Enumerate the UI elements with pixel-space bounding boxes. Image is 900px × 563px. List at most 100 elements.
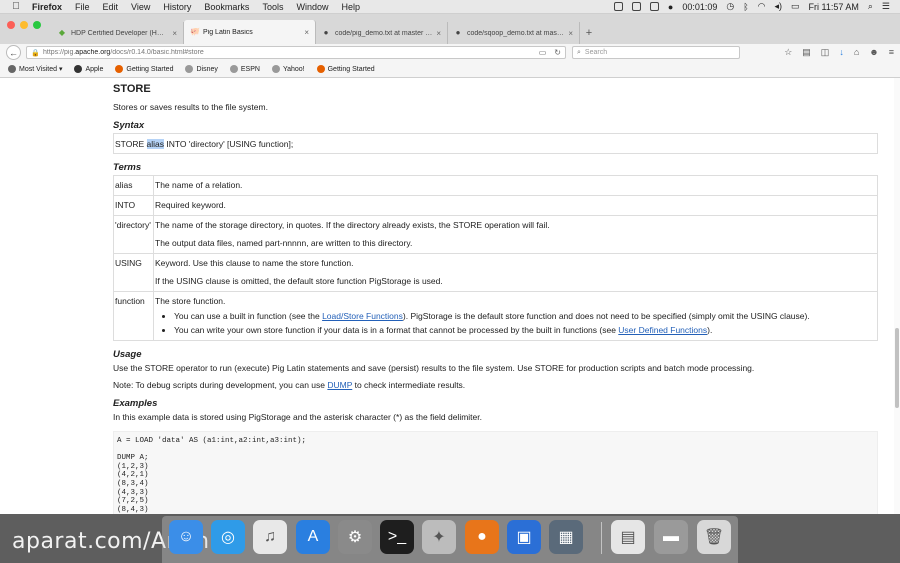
apple-menu-icon[interactable]: 	[10, 1, 22, 12]
bookmark-label: Yahoo!	[282, 65, 305, 73]
dock-separator	[601, 522, 602, 554]
menu-history[interactable]: History	[163, 2, 191, 12]
bookmark-label: Disney	[196, 65, 218, 73]
clock[interactable]: Fri 11:57 AM	[809, 2, 859, 12]
bookmark-item[interactable]: Yahoo!	[271, 65, 305, 73]
server-icon[interactable]: ▬	[654, 520, 688, 554]
url-text[interactable]: https://pig.apache.org/docs/r0.14.0/basi…	[43, 49, 531, 56]
time-machine-icon[interactable]: ◷	[726, 1, 734, 12]
globe-icon	[229, 65, 238, 73]
url-bar[interactable]: 🔒 https://pig.apache.org/docs/r0.14.0/ba…	[26, 46, 566, 59]
bookmarks-library-icon[interactable]: ▤	[802, 47, 811, 58]
browser-tab[interactable]: ● code/pig_demo.txt at master · ... ×	[316, 22, 448, 44]
term-cell: USING	[113, 253, 154, 292]
volume-icon[interactable]: ◂)	[774, 1, 782, 12]
dropbox-icon[interactable]	[613, 2, 623, 11]
close-tab-icon[interactable]: ×	[172, 29, 177, 38]
url-prefix: https://pig.	[43, 49, 76, 56]
record-icon[interactable]: ●	[668, 2, 673, 12]
screen-recorder-icon[interactable]: ▦	[549, 520, 583, 554]
window-controls	[7, 21, 41, 29]
network-utility-icon[interactable]: ✦	[422, 520, 456, 554]
app-menu[interactable]: Firefox	[32, 2, 62, 12]
menu-tools[interactable]: Tools	[262, 2, 283, 12]
notification-center-icon[interactable]: ☰	[882, 1, 890, 12]
definition-text: The store function.	[155, 296, 226, 306]
pig-icon: 🐖	[190, 27, 200, 36]
trash-icon[interactable]: 🗑	[697, 520, 731, 554]
code-example: A = LOAD 'data' AS (a1:int,a2:int,a3:int…	[113, 431, 878, 514]
spotlight-icon[interactable]: ⌕	[868, 1, 873, 12]
wifi-icon[interactable]: ◠	[758, 1, 766, 12]
battery-icon[interactable]: ▭	[791, 1, 800, 12]
definition-cell: Keyword. Use this clause to name the sto…	[153, 253, 878, 292]
bookmark-item[interactable]: ESPN	[229, 65, 260, 73]
minimize-window-button[interactable]	[20, 21, 28, 29]
menu-bookmarks[interactable]: Bookmarks	[204, 2, 249, 12]
search-bar[interactable]: ⌕ Search	[572, 46, 740, 59]
bookmark-star-icon[interactable]: ☆	[784, 47, 792, 58]
pocket-icon[interactable]: ◫	[821, 47, 830, 58]
document-icon[interactable]: ▤	[611, 520, 645, 554]
hdp-icon: ◆	[58, 28, 66, 37]
tab-title: Pig Latin Basics	[203, 28, 253, 36]
table-row: USING Keyword. Use this clause to name th…	[113, 253, 878, 292]
definition-cell: The name of the storage directory, in qu…	[153, 215, 878, 254]
terminal-icon[interactable]: >_	[380, 520, 414, 554]
browser-tab[interactable]: ◆ HDP Certified Developer (HDP... ×	[52, 22, 184, 44]
menu-edit[interactable]: Edit	[103, 2, 119, 12]
notes-icon[interactable]	[649, 2, 659, 11]
tab-bar: ◆ HDP Certified Developer (HDP... × 🐖 Pig La…	[0, 14, 900, 44]
finder-icon[interactable]: ☺	[169, 520, 203, 554]
bookmark-item[interactable]: Getting Started	[316, 65, 375, 73]
table-row: 'directory' The name of the storage direc…	[113, 215, 878, 254]
user-defined-functions-link[interactable]: User Defined Functions	[618, 325, 707, 335]
itunes-icon[interactable]: ♫	[253, 520, 287, 554]
hamburger-menu-icon[interactable]: ≡	[889, 47, 894, 58]
browser-tab[interactable]: 🐖 Pig Latin Basics ×	[184, 20, 316, 44]
definition-cell: The store function. You can use a built …	[153, 291, 878, 341]
browser-tab[interactable]: ● code/sqoop_demo.txt at master... ×	[448, 22, 580, 44]
scrollbar-thumb[interactable]	[895, 328, 899, 408]
bookmark-item[interactable]: Apple	[74, 65, 103, 73]
firefox-icon	[115, 65, 124, 73]
reader-view-icon[interactable]: ▭	[539, 48, 547, 57]
term-cell: alias	[113, 175, 154, 196]
note-text: Note: To debug scripts during developmen…	[113, 380, 878, 390]
new-tab-button[interactable]: +	[580, 22, 598, 44]
bookmark-item[interactable]: Getting Started	[115, 65, 173, 73]
close-tab-icon[interactable]: ×	[436, 29, 441, 38]
bluetooth-icon[interactable]: ᛒ	[743, 2, 748, 12]
back-button[interactable]: ←	[6, 45, 21, 60]
vmware-fusion-icon[interactable]: ▣	[507, 520, 541, 554]
firefox-icon[interactable]: ●	[465, 520, 499, 554]
system-preferences-icon[interactable]: ⚙	[338, 520, 372, 554]
downloads-icon[interactable]: ↓	[839, 47, 844, 58]
hello-icon[interactable]: ☻	[869, 47, 878, 58]
app-store-icon[interactable]: A	[296, 520, 330, 554]
bookmark-item[interactable]: Most Visited ▾	[8, 65, 62, 73]
menu-file[interactable]: File	[75, 2, 90, 12]
lock-icon: 🔒	[31, 49, 40, 57]
menu-view[interactable]: View	[131, 2, 150, 12]
selected-text[interactable]: alias	[146, 138, 164, 149]
apple-icon	[74, 65, 83, 73]
close-window-button[interactable]	[7, 21, 15, 29]
close-tab-icon[interactable]: ×	[568, 29, 573, 38]
window-icon[interactable]	[631, 2, 641, 11]
page-scrollbar[interactable]	[894, 78, 900, 514]
section-title: STORE	[113, 83, 151, 95]
load-store-functions-link[interactable]: Load/Store Functions	[322, 311, 403, 321]
safari-icon[interactable]: ◎	[211, 520, 245, 554]
home-icon[interactable]: ⌂	[854, 47, 859, 58]
zoom-window-button[interactable]	[33, 21, 41, 29]
menu-window[interactable]: Window	[296, 2, 328, 12]
term-cell: INTO	[113, 195, 154, 216]
bookmark-item[interactable]: Disney	[185, 65, 218, 73]
close-tab-icon[interactable]: ×	[304, 28, 309, 37]
syntax-heading: Syntax	[113, 120, 145, 131]
menu-help[interactable]: Help	[341, 2, 360, 12]
dump-link[interactable]: DUMP	[327, 380, 352, 390]
table-row: INTO Required keyword.	[113, 195, 878, 216]
reload-icon[interactable]: ↻	[554, 48, 561, 57]
